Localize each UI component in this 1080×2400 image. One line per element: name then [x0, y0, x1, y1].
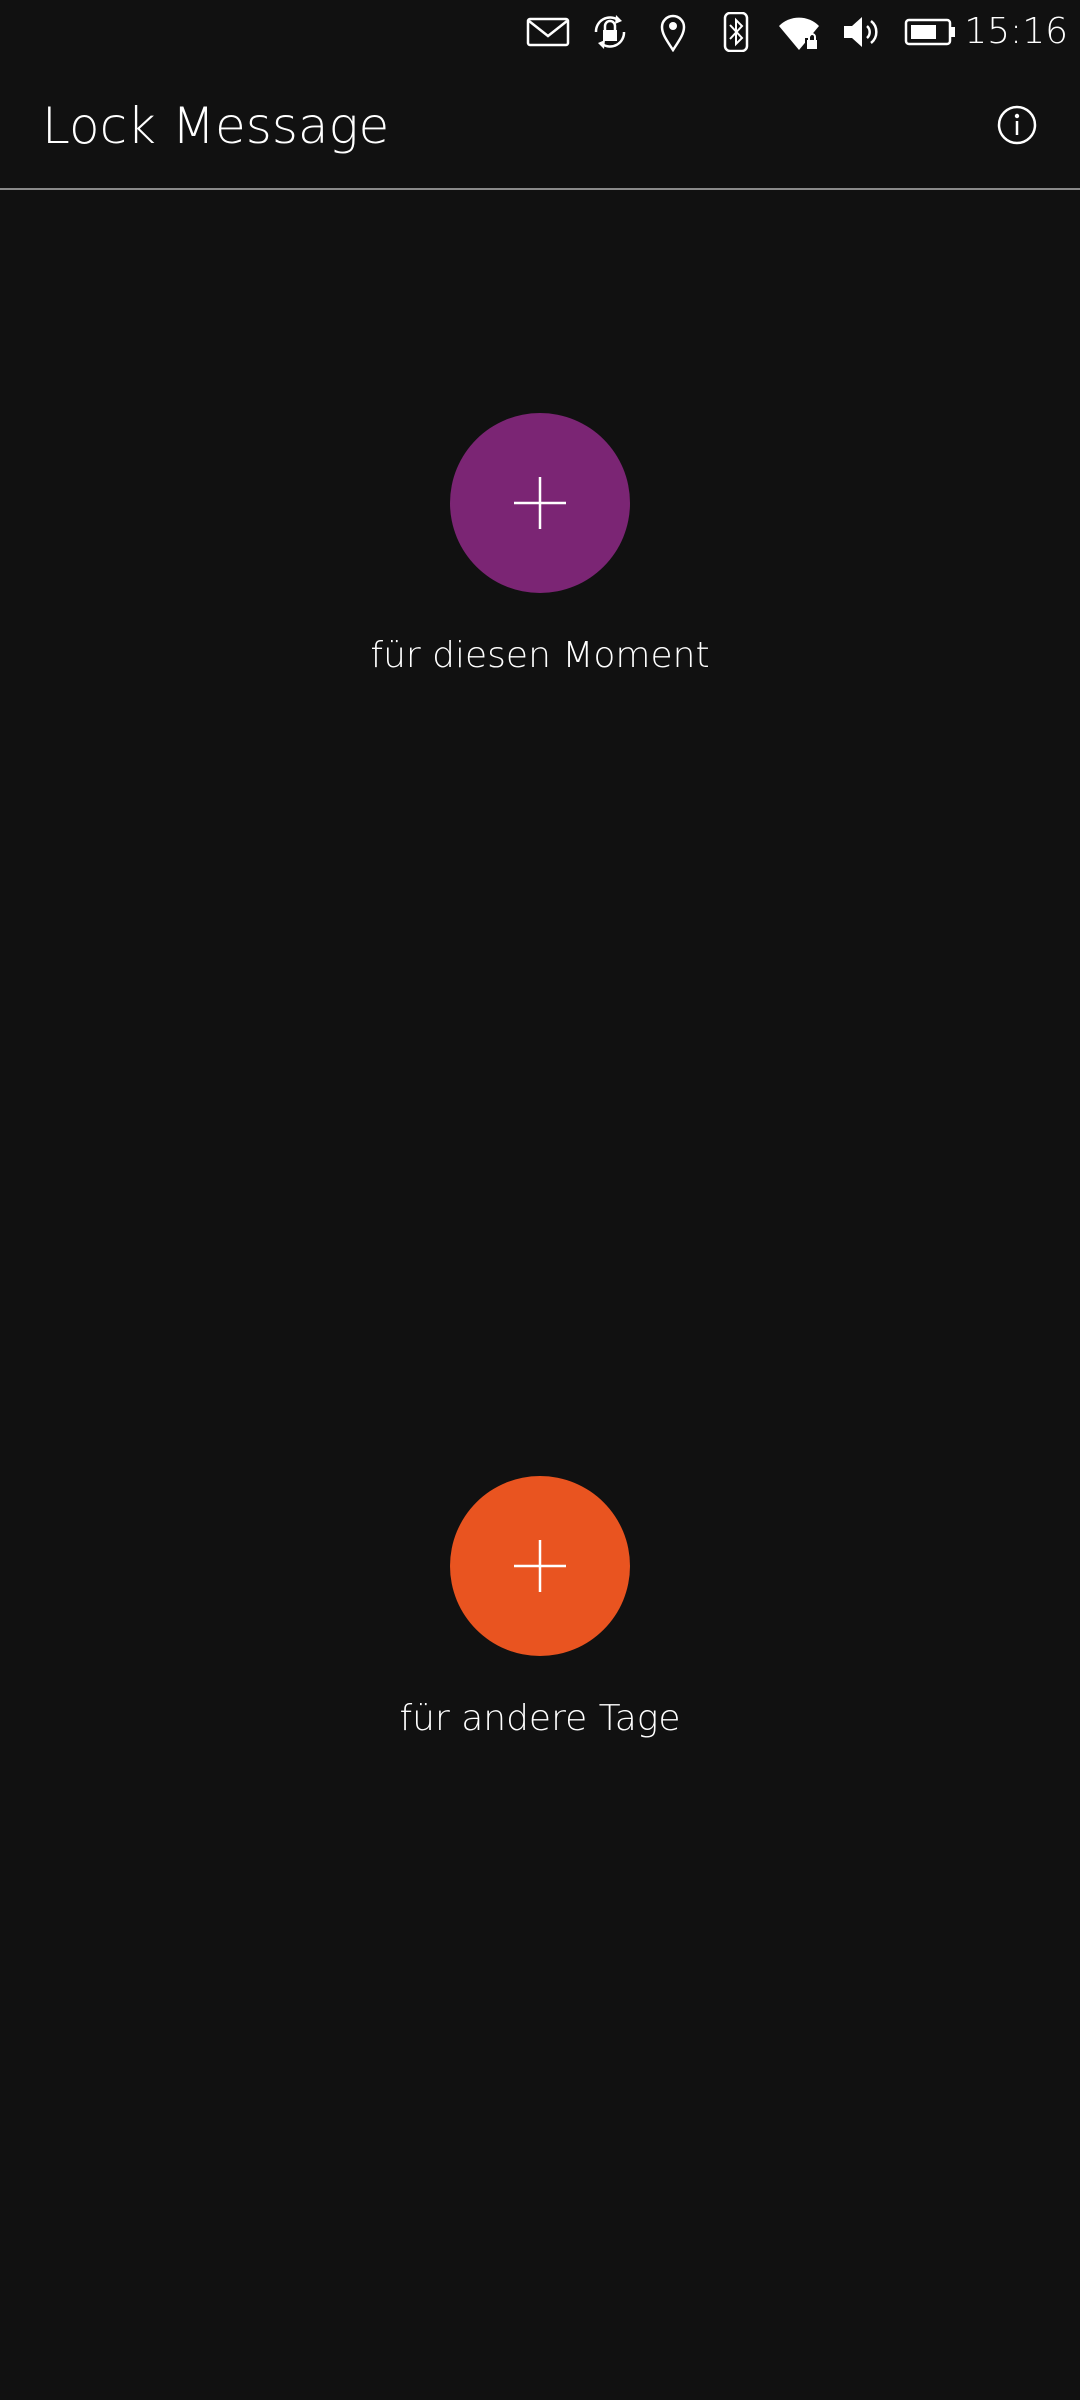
header: Lock Message [0, 64, 1080, 190]
page-title: Lock Message [42, 97, 390, 155]
info-icon [997, 105, 1037, 145]
status-time: 15:16 [964, 11, 1068, 52]
info-button[interactable] [996, 104, 1038, 146]
other-days-label: für andere Tage [399, 1698, 681, 1739]
add-other-days-button[interactable] [450, 1476, 630, 1656]
mail-icon [526, 17, 570, 47]
moment-label: für diesen Moment [370, 635, 710, 676]
plus-icon [514, 1540, 566, 1592]
plus-icon [514, 477, 566, 529]
status-bar: 15:16 [0, 0, 1080, 64]
add-moment-button[interactable] [450, 413, 630, 593]
battery-icon [904, 18, 955, 46]
bluetooth-icon [723, 12, 749, 52]
volume-icon [844, 17, 878, 47]
wifi-locked-icon [779, 17, 819, 50]
location-icon [660, 14, 686, 52]
rotation-lock-icon [594, 15, 626, 49]
